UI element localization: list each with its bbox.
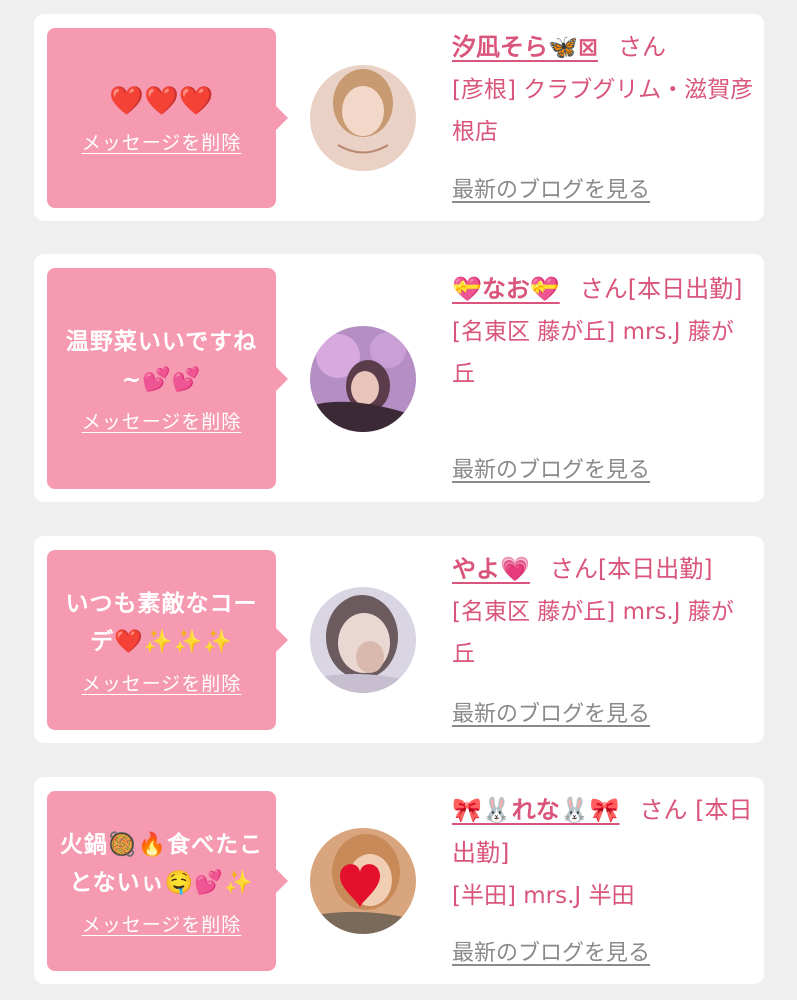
latest-blog-link[interactable]: 最新のブログを見る (452, 172, 650, 204)
message-card: 火鍋🥘🔥食べたことないぃ🤤💕✨ メッセージを削除 🎀🐰れな🐰🎀 さん [本日出勤]… (34, 777, 764, 984)
latest-blog-link[interactable]: 最新のブログを見る (452, 696, 650, 728)
latest-blog-link[interactable]: 最新のブログを見る (452, 452, 650, 484)
avatar[interactable] (310, 65, 416, 171)
avatar-photo-icon (310, 65, 416, 171)
profile-info: 汐凪そら🦋⊠ さん [彦根] クラブグリム・滋賀彦根店 (452, 26, 754, 153)
name-line: やよ💗 さん[本日出勤] (452, 548, 754, 591)
profile-info: 💝なお💝 さん[本日出勤] [名東区 藤が丘] mrs.J 藤が丘 (452, 268, 754, 395)
profile-name-link[interactable]: やよ💗 (452, 555, 530, 583)
name-line: 💝なお💝 さん[本日出勤] (452, 268, 754, 311)
message-text: 火鍋🥘🔥食べたことないぃ🤤💕✨ (59, 831, 264, 896)
message-card: 温野菜いいですね~💕💕 メッセージを削除 💝なお💝 さん[本日出勤] [名東区 藤… (34, 254, 764, 502)
honorific-label: さん[本日出勤] (549, 555, 713, 583)
profile-info: やよ💗 さん[本日出勤] [名東区 藤が丘] mrs.J 藤が丘 (452, 548, 754, 675)
delete-message-link[interactable]: メッセージを削除 (82, 407, 242, 434)
honorific-label: さん[本日出勤] (579, 275, 743, 303)
message-bubble: いつも素敵なコーデ❤️✨✨✨ メッセージを削除 (47, 550, 288, 730)
avatar-photo-icon (310, 326, 416, 432)
message-text: ❤️❤️❤️ (109, 83, 214, 117)
shop-info: [彦根] クラブグリム・滋賀彦根店 (452, 77, 754, 145)
avatar-photo-icon (310, 587, 416, 693)
profile-name-link[interactable]: 💝なお💝 (452, 275, 560, 303)
profile-name-link[interactable]: 🎀🐰れな🐰🎀 (452, 796, 620, 824)
profile-info: 🎀🐰れな🐰🎀 さん [本日出勤] [半田] mrs.J 半田 (452, 789, 754, 917)
latest-blog-link[interactable]: 最新のブログを見る (452, 935, 650, 967)
delete-message-link[interactable]: メッセージを削除 (82, 669, 242, 696)
delete-message-link[interactable]: メッセージを削除 (82, 910, 242, 937)
message-text: 温野菜いいですね~💕💕 (65, 329, 258, 393)
message-list: ❤️❤️❤️ メッセージを削除 汐凪そら🦋⊠ さん [彦根] クラブグリム・滋賀彦… (0, 0, 797, 1000)
message-text: いつも素敵なコーデ❤️✨✨✨ (65, 590, 258, 655)
message-card: いつも素敵なコーデ❤️✨✨✨ メッセージを削除 やよ💗 さん[本日出勤] [名東区… (34, 536, 764, 743)
message-bubble: 温野菜いいですね~💕💕 メッセージを削除 (47, 268, 288, 489)
shop-info: [名東区 藤が丘] mrs.J 藤が丘 (452, 319, 734, 387)
avatar-photo-icon (310, 828, 416, 934)
shop-info: [名東区 藤が丘] mrs.J 藤が丘 (452, 599, 734, 667)
shop-info: [半田] mrs.J 半田 (452, 883, 635, 909)
honorific-label: さん (618, 33, 666, 61)
avatar[interactable] (310, 828, 416, 934)
avatar[interactable] (310, 326, 416, 432)
message-bubble: ❤️❤️❤️ メッセージを削除 (47, 28, 288, 208)
profile-name-link[interactable]: 汐凪そら🦋⊠ (452, 33, 598, 61)
name-line: 🎀🐰れな🐰🎀 さん [本日出勤] (452, 789, 754, 875)
name-line: 汐凪そら🦋⊠ さん (452, 26, 754, 69)
avatar[interactable] (310, 587, 416, 693)
message-bubble: 火鍋🥘🔥食べたことないぃ🤤💕✨ メッセージを削除 (47, 791, 288, 971)
message-card: ❤️❤️❤️ メッセージを削除 汐凪そら🦋⊠ さん [彦根] クラブグリム・滋賀彦… (34, 14, 764, 221)
delete-message-link[interactable]: メッセージを削除 (82, 128, 242, 155)
